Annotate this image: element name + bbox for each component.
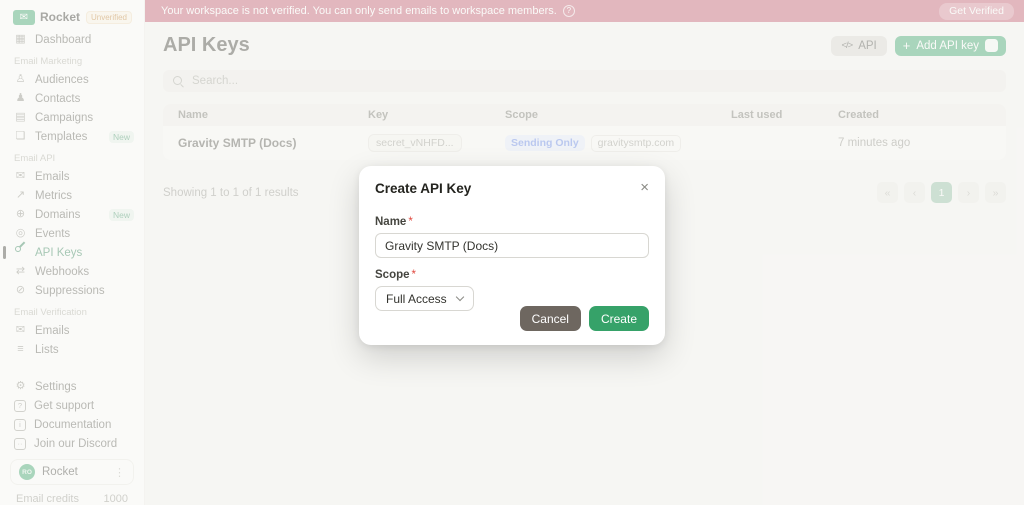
modal-title: Create API Key [375,181,471,196]
scope-select[interactable]: Full Access [375,286,474,311]
name-field-label: Name* [375,216,649,228]
scope-selected-value: Full Access [386,292,447,306]
required-asterisk: * [412,269,416,281]
scope-field-label: Scope* [375,269,649,281]
required-asterisk: * [408,216,412,228]
cancel-button[interactable]: Cancel [520,306,581,331]
modal-header: Create API Key × [375,181,649,196]
api-key-name-input[interactable] [375,233,649,258]
close-icon[interactable]: × [640,181,649,194]
chevron-down-icon [455,293,463,301]
scope-label-text: Scope [375,269,410,281]
modal-actions: Cancel Create [520,306,649,331]
create-api-key-modal: Create API Key × Name* Scope* Full Acces… [359,166,665,345]
name-label-text: Name [375,216,406,228]
create-button[interactable]: Create [589,306,649,331]
